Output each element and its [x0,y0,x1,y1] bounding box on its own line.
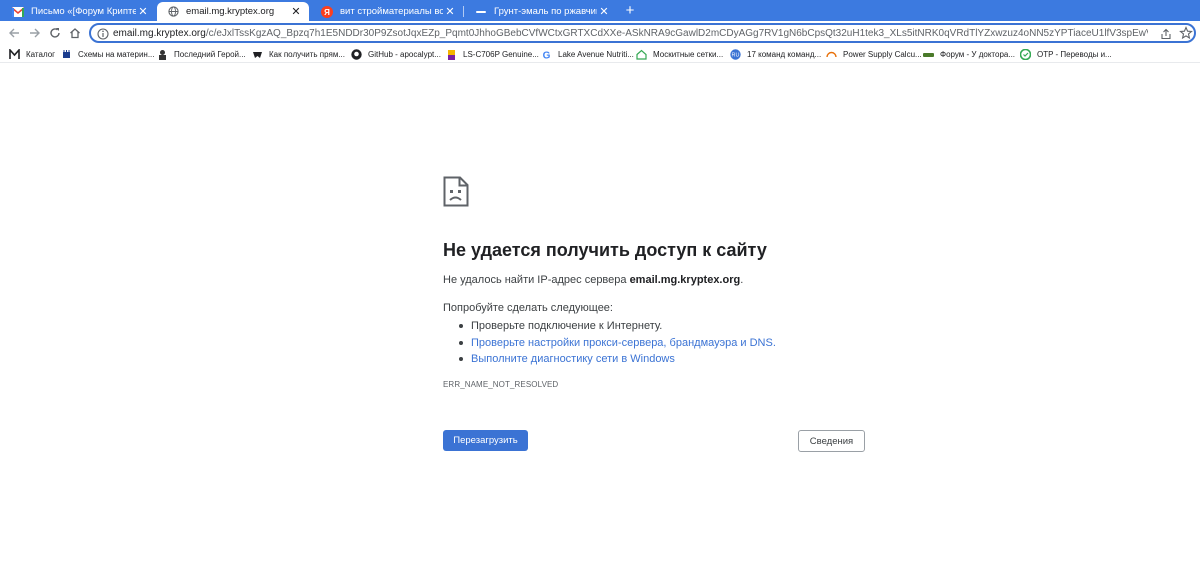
suggestion-check-connection: Проверьте подключение к Интернету. [459,318,776,335]
bookmark-item[interactable]: Схемы на материн... [61,48,155,61]
bookmark-item[interactable]: RU 17 команд команд... [730,48,821,61]
bookmark-label: 17 команд команд... [747,50,822,59]
bookmark-label: Как получить прям... [269,50,345,59]
bookmark-label: OTP - Переводы и... [1037,50,1112,59]
ru-icon: RU [730,49,741,60]
bookmarks-bar: Каталог Схемы на материн... Последний Ге… [0,45,1200,63]
github-icon [351,49,362,60]
back-button[interactable] [6,25,22,41]
share-icon[interactable] [1160,27,1172,40]
tab-title: вит стройматериалы волгоград [340,6,443,17]
mask-icon [252,49,263,60]
reload-page-button[interactable]: Перезагрузить [443,430,528,451]
arrow-left-icon [9,28,19,38]
globe-icon [167,6,179,18]
link-icon [475,6,487,18]
bookmark-label: Lake Avenue Nutriti... [558,50,634,59]
hero-icon [157,49,168,60]
error-host: email.mg.kryptex.org [629,274,741,286]
bookmark-item[interactable]: Как получить прям... [252,48,345,61]
psu-icon [826,49,837,60]
home-icon [70,28,80,39]
bookmark-label: Последний Герой... [174,50,246,59]
suggestion-diagnostics-link[interactable]: Выполните диагностику сети в Windows [459,351,776,368]
bookmark-item[interactable]: Форум - У доктора... [923,48,1015,61]
toolbar: email.mg.kryptex.org/c/eJxlTssKgzAQ_Bpzq… [0,21,1200,45]
tab-title: email.mg.kryptex.org [186,6,275,17]
close-icon[interactable]: ✕ [136,5,150,19]
svg-text:Я: Я [324,8,330,17]
tab-gmail[interactable]: Письмо «[Форум Криптекса] [Kr ✕ [2,2,156,21]
tab-yandex[interactable]: Я вит стройматериалы волгоград ✕ [311,2,463,21]
bookmark-label: GitHub - apocalypt... [368,50,441,59]
error-description: Не удалось найти IP-адрес сервера email.… [443,274,743,286]
suggestions-label: Попробуйте сделать следующее: [443,302,613,314]
chip-icon [61,49,72,60]
bookmark-label: Каталог [26,50,56,59]
star-icon[interactable] [1179,26,1193,40]
error-description-end: . [740,274,744,286]
bookmark-label: LS-C706P Genuine... [463,50,539,59]
arrow-right-icon [30,28,40,38]
yandex-icon: Я [321,5,333,18]
bookmark-label: Power Supply Calcu... [843,50,922,59]
error-heading: Не удается получить доступ к сайту [443,240,767,260]
bookmark-item[interactable]: Последний Герой... [157,48,246,61]
reload-button[interactable] [47,25,63,41]
google-icon: G [541,49,552,61]
suggestion-proxy-link[interactable]: Проверьте настройки прокси-сервера, бран… [459,335,776,352]
address-bar[interactable]: email.mg.kryptex.org/c/eJxlTssKgzAQ_Bpzq… [89,23,1196,43]
doctor-icon [923,49,934,60]
url-host: email.mg.kryptex.org [113,28,206,39]
bookmark-item[interactable]: LS-C706P Genuine... [446,48,539,61]
bookmark-item[interactable]: G Lake Avenue Nutriti... [541,48,634,61]
reload-icon [50,28,60,38]
bookmark-item[interactable]: Power Supply Calcu... [826,48,922,61]
details-button[interactable]: Сведения [798,430,865,452]
url-text[interactable]: email.mg.kryptex.org/c/eJxlTssKgzAQ_Bpzq… [113,27,1148,40]
bookmark-label: Форум - У доктора... [940,50,1016,59]
bookmark-label: Схемы на материн... [78,50,155,59]
suggestions-list: Проверьте подключение к Интернету. Прове… [459,318,776,368]
svg-text:G: G [543,51,551,61]
bookmark-item[interactable]: GitHub - apocalypt... [351,48,441,61]
close-icon[interactable]: ✕ [597,5,611,19]
tab-title: Письмо «[Форум Криптекса] [Kr [31,6,136,17]
gmail-icon [12,6,24,18]
tab-paint[interactable]: Грунт-эмаль по ржавчине 3 в 1 ✕ [465,2,617,21]
forward-button[interactable] [27,25,43,41]
error-description-text: Не удалось найти IP-адрес сервера [443,274,630,286]
new-tab-button[interactable]: + [622,3,638,19]
info-icon[interactable] [97,27,109,40]
home-button[interactable] [67,25,83,41]
bookmark-item[interactable]: Каталог [9,48,55,61]
battery-icon [446,49,457,60]
svg-text:RU: RU [732,53,740,59]
otp-icon [1020,49,1031,60]
bookmark-item[interactable]: Москитные сетки... [636,48,723,61]
close-icon[interactable]: ✕ [289,5,303,19]
url-path: /c/eJxlTssKgzAQ_Bpzq7h1E5NDDr30P9ZsotJqx… [205,28,1148,39]
bookmark-item[interactable]: OTP - Переводы и... [1020,48,1112,61]
tab-strip: Письмо «[Форум Криптекса] [Kr ✕ email.mg… [0,0,1200,21]
catalog-icon [9,49,20,60]
error-code: ERR_NAME_NOT_RESOLVED [443,380,559,389]
bookmark-label: Москитные сетки... [653,50,724,59]
tab-active[interactable]: email.mg.kryptex.org ✕ [157,2,309,21]
tab-title: Грунт-эмаль по ржавчине 3 в 1 [494,6,597,17]
house-icon [636,49,647,60]
sad-page-icon [443,176,469,207]
close-icon[interactable]: ✕ [443,5,457,19]
tab-separator [463,6,464,17]
